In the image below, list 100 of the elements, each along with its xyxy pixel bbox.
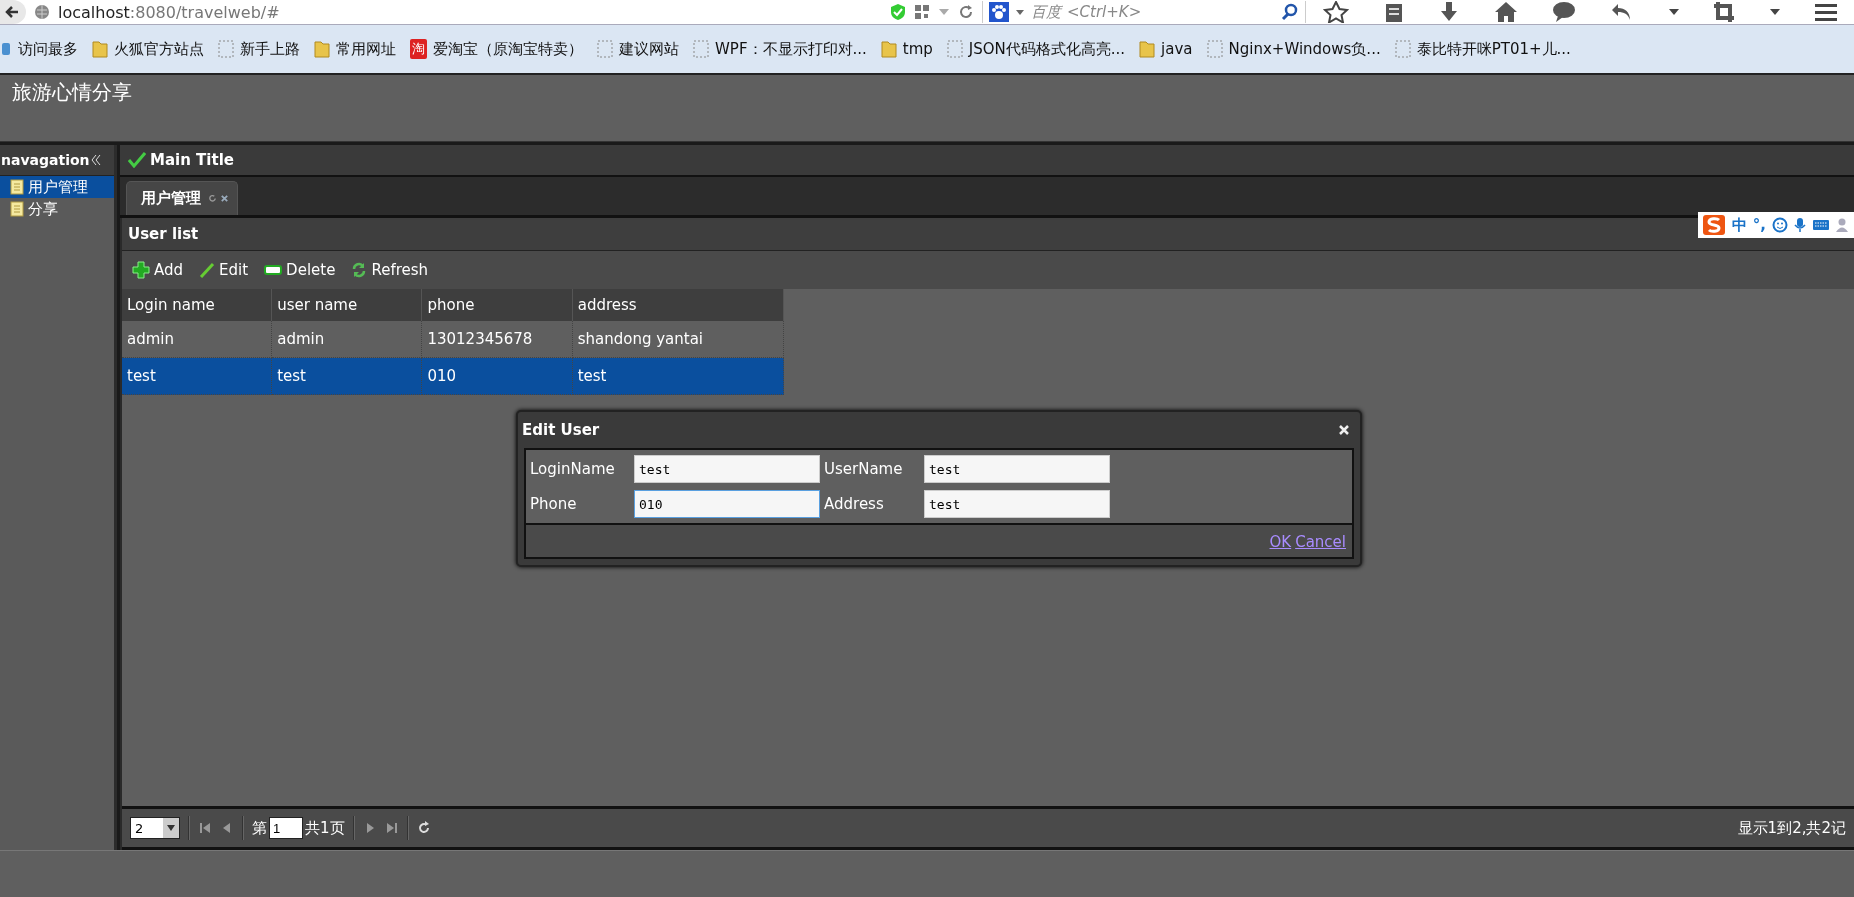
table-row[interactable]: test test 010 test (122, 357, 784, 395)
bookmark-item[interactable]: tmp (880, 40, 933, 58)
table-cell: admin (122, 321, 272, 358)
home-icon[interactable] (1494, 1, 1519, 23)
back-arrow-icon (4, 4, 20, 20)
input-field[interactable]: test (924, 455, 1110, 483)
search-icon[interactable] (1281, 3, 1299, 21)
address-field[interactable]: localhost:8080/travelweb/# (26, 1, 983, 23)
tab[interactable]: 用户管理 (126, 181, 238, 215)
field-label: Address (824, 495, 885, 513)
bookmark-item[interactable]: 火狐官方站点 (92, 39, 204, 59)
table-cell: test (122, 357, 272, 395)
folder-icon (1139, 40, 1156, 58)
main-title: Main Title (150, 151, 234, 169)
menu-icon[interactable] (1815, 2, 1838, 22)
minus-icon (264, 265, 283, 275)
taobao-icon: 淘 (410, 39, 427, 59)
last-page-icon[interactable] (384, 821, 399, 835)
folder-icon (92, 40, 108, 58)
page-label: 第 (252, 818, 267, 838)
input-field[interactable]: 010 (634, 490, 820, 518)
dropdown-icon[interactable] (1667, 7, 1680, 17)
page-number-field[interactable]: 1 (269, 817, 303, 839)
table-cell: shandong yantai (572, 321, 784, 358)
bookmark-icon (2, 41, 12, 57)
panel-title: User list (128, 225, 199, 243)
document-icon (10, 179, 24, 195)
bookmark-item[interactable]: 访问最多 (2, 39, 78, 59)
microphone-icon[interactable] (1794, 217, 1806, 233)
panel-title: navagation (1, 152, 90, 168)
reload-icon[interactable] (416, 821, 431, 835)
document-icon (10, 201, 24, 217)
smiley-icon[interactable] (1772, 217, 1788, 233)
nav-item[interactable]: 分享 (0, 198, 114, 220)
chat-bubble-icon[interactable] (1552, 1, 1577, 23)
pencil-icon (199, 262, 216, 278)
bookmark-item[interactable]: 新手上路 (218, 39, 300, 59)
crop-icon[interactable] (1713, 1, 1736, 23)
table-cell: test (271, 357, 422, 395)
field-label: LoginName (530, 460, 616, 478)
bookmark-item[interactable]: 淘 爱淘宝（原淘宝特卖） (410, 39, 583, 59)
folder-icon (880, 40, 897, 58)
bookmark-item[interactable]: Nginx+Windows负... (1206, 39, 1381, 59)
collapse-icon[interactable] (90, 154, 101, 166)
field-label: Phone (530, 495, 578, 513)
edit-button[interactable]: Edit (197, 259, 255, 281)
search-field[interactable]: 百度 <Ctrl+K> (983, 1, 1306, 23)
bookmark-item[interactable]: 建议网站 (597, 39, 679, 59)
dropdown-icon[interactable] (1769, 7, 1782, 17)
page-icon (218, 40, 234, 58)
qr-code-icon (914, 4, 930, 20)
input-field[interactable]: test (924, 490, 1110, 518)
table-cell: 010 (421, 357, 573, 395)
bookmark-item[interactable]: 泰比特开咪PT01+儿... (1394, 39, 1571, 59)
page-icon (946, 40, 963, 58)
page-count-label: 共1页 (305, 818, 345, 838)
bookmark-item[interactable]: 常用网址 (314, 39, 396, 59)
punctuation-label[interactable]: °, (1752, 216, 1766, 234)
reload-icon[interactable] (958, 4, 974, 20)
page-icon (693, 40, 709, 58)
page-icon (1206, 40, 1223, 58)
table-row[interactable]: admin admin 13012345678 shandong yantai (122, 321, 784, 358)
reload-icon[interactable] (208, 194, 217, 203)
dialog-title: Edit User (522, 421, 600, 439)
dropdown-icon[interactable] (1015, 8, 1025, 16)
delete-button[interactable]: Delete (262, 259, 342, 281)
input-field[interactable]: test (634, 455, 820, 483)
first-page-icon[interactable] (198, 821, 212, 835)
page-icon (597, 40, 613, 58)
page-summary: 显示1到2,共2记 (1737, 818, 1846, 838)
close-icon[interactable] (220, 194, 229, 203)
nav-item[interactable]: 用户管理 (0, 176, 114, 198)
column-header[interactable]: phone (421, 289, 573, 321)
back-button[interactable] (0, 0, 26, 24)
add-button[interactable]: Add (130, 259, 190, 281)
refresh-icon (351, 262, 368, 278)
plus-icon (132, 261, 150, 279)
bookmark-item[interactable]: JSON代码格式化高亮... (946, 39, 1126, 59)
ime-mode-label[interactable]: 中 (1731, 215, 1747, 235)
keyboard-icon[interactable] (1812, 218, 1830, 232)
ime-logo-icon[interactable] (1701, 214, 1726, 236)
table-cell: test (572, 357, 784, 395)
column-header[interactable]: user name (271, 289, 422, 321)
column-header[interactable]: address (572, 289, 784, 321)
caret-icon (166, 824, 176, 832)
shield-icon (890, 3, 906, 21)
page-size-select[interactable]: 2 (130, 817, 180, 839)
folder-icon (314, 40, 330, 58)
bookmark-item[interactable]: java (1139, 40, 1193, 58)
globe-icon (34, 4, 50, 20)
column-header[interactable]: Login name (122, 289, 272, 321)
field-label: UserName (824, 460, 904, 478)
star-icon[interactable] (1322, 1, 1349, 23)
bookmark-item[interactable]: WPF：不显示打印对... (693, 39, 867, 59)
checkmark-icon (128, 152, 146, 168)
table-cell: admin (271, 321, 422, 358)
table-cell: 13012345678 (421, 321, 573, 358)
app-title: 旅游心情分享 (12, 79, 132, 106)
refresh-button[interactable]: Refresh (349, 259, 435, 281)
page-icon (1394, 40, 1411, 58)
